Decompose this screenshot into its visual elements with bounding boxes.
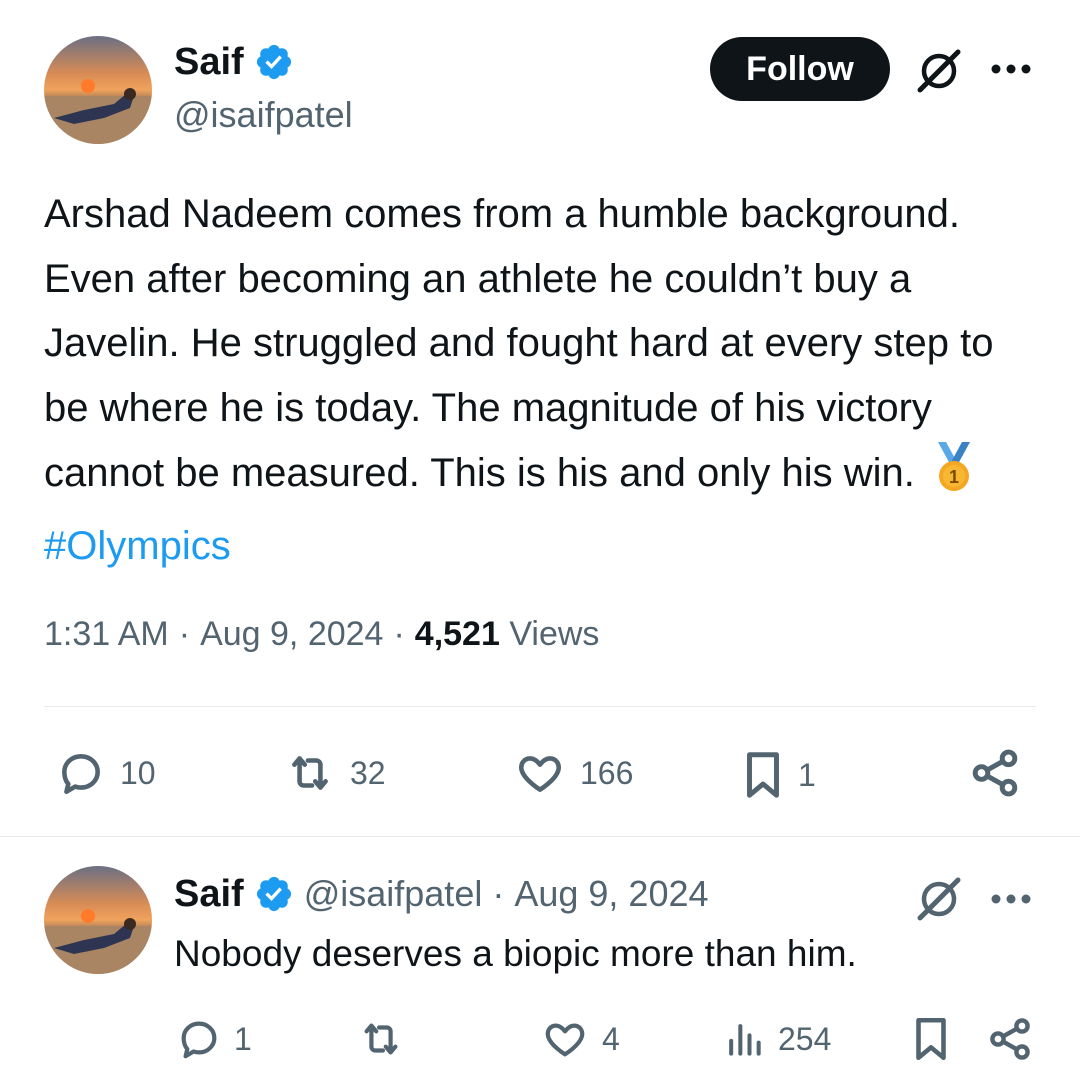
- repost-button[interactable]: [356, 1016, 406, 1062]
- share-button[interactable]: [986, 1014, 1034, 1064]
- views-label: Views: [509, 615, 600, 653]
- views-count: 4,521: [414, 615, 500, 653]
- more-icon[interactable]: [990, 63, 1034, 75]
- share-button[interactable]: [968, 746, 1022, 800]
- reply-text: Nobody deserves a biopic more than him.: [174, 933, 857, 974]
- bookmark-button[interactable]: 1: [740, 748, 816, 802]
- repost-count: 32: [350, 754, 386, 791]
- like-count: 166: [580, 754, 634, 791]
- like-icon: [545, 1023, 585, 1057]
- grok-icon[interactable]: [912, 44, 966, 98]
- author-handle[interactable]: @isaifpatel: [174, 94, 353, 136]
- views-count: 254: [778, 1020, 832, 1057]
- meta-separator: ·: [492, 873, 505, 914]
- medal-digit: 1: [949, 467, 959, 487]
- reply-count: 10: [120, 754, 156, 791]
- reply-icon: [181, 1021, 217, 1059]
- tweet-meta: 1:31 AM · Aug 9, 2024 · 4,521 Views: [44, 615, 599, 654]
- reply-icon: [62, 754, 100, 795]
- reply-button[interactable]: 10: [54, 748, 156, 798]
- share-icon: [990, 1018, 1030, 1060]
- reply-date[interactable]: Aug 9, 2024: [514, 873, 708, 915]
- bookmark-icon: [747, 752, 779, 798]
- avatar-photo: [44, 866, 152, 974]
- bookmark-icon: [916, 1017, 946, 1061]
- author-name[interactable]: Saif: [174, 40, 244, 84]
- like-button[interactable]: 4: [540, 1016, 620, 1062]
- avatar-photo: [44, 36, 152, 144]
- views-icon: [729, 1024, 761, 1056]
- like-button[interactable]: 166: [512, 748, 633, 798]
- divider: [44, 706, 1036, 707]
- views-button[interactable]: 254: [722, 1016, 831, 1062]
- repost-button[interactable]: 32: [282, 748, 386, 798]
- like-icon: [519, 756, 561, 792]
- more-icon[interactable]: [990, 893, 1034, 905]
- reply-author-handle[interactable]: @isaifpatel: [304, 873, 483, 915]
- reply-button[interactable]: 1: [176, 1016, 252, 1062]
- meta-separator: ·: [393, 615, 405, 653]
- bookmark-button[interactable]: [910, 1014, 952, 1064]
- share-icon: [972, 749, 1018, 797]
- repost-icon: [292, 756, 328, 790]
- verified-badge-icon: [256, 44, 291, 80]
- tweet-text: Arshad Nadeem comes from a humble backgr…: [44, 182, 1044, 578]
- grok-icon[interactable]: [912, 872, 966, 926]
- medal-icon: 1: [932, 440, 976, 514]
- bookmark-count: 1: [798, 756, 816, 793]
- verified-badge-icon: [256, 876, 291, 912]
- hashtag-link[interactable]: #Olympics: [44, 524, 231, 568]
- reply-avatar[interactable]: [44, 866, 152, 974]
- reply-count: 1: [234, 1020, 252, 1057]
- reply-author-name[interactable]: Saif: [174, 872, 244, 916]
- avatar[interactable]: [44, 36, 152, 144]
- tweet-date[interactable]: Aug 9, 2024: [200, 615, 383, 654]
- tweet-time[interactable]: 1:31 AM: [44, 615, 169, 654]
- repost-icon: [364, 1023, 398, 1055]
- tweet-body: Arshad Nadeem comes from a humble backgr…: [44, 192, 994, 495]
- follow-button[interactable]: Follow: [710, 37, 890, 101]
- like-count: 4: [602, 1020, 620, 1057]
- meta-separator: ·: [178, 615, 191, 653]
- divider: [0, 836, 1080, 837]
